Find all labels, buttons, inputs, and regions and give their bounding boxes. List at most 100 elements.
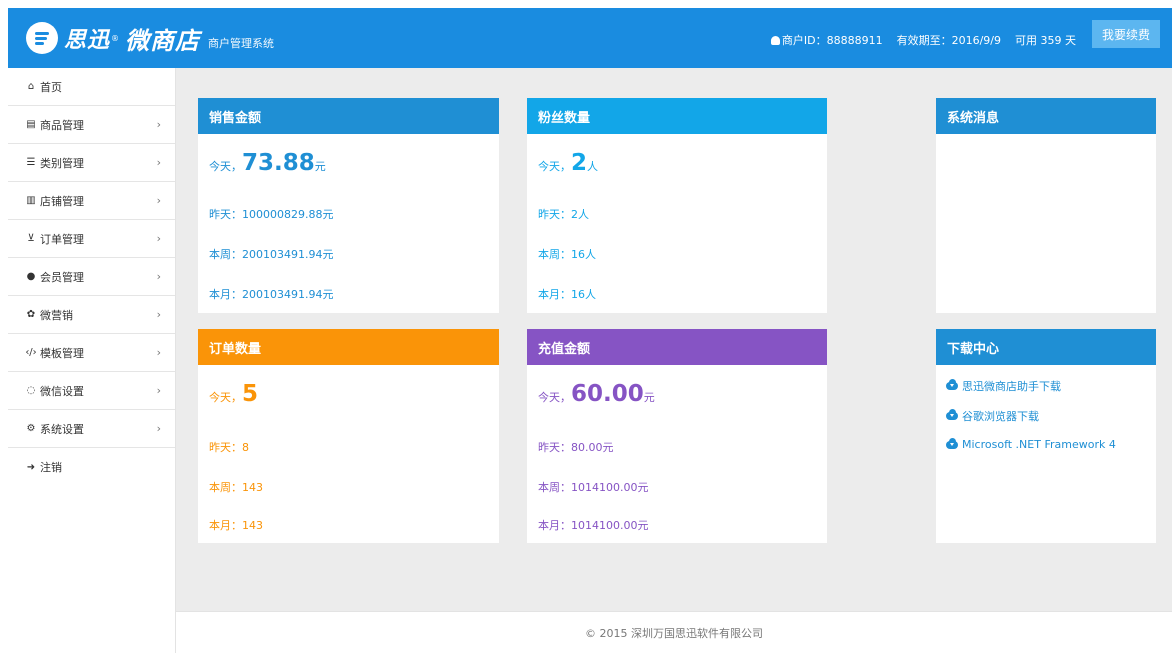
- renew-button[interactable]: 我要续费: [1092, 20, 1160, 48]
- home-icon: ⌂: [27, 81, 35, 92]
- sidebar-item-stores[interactable]: ▥ 店铺管理 ›: [8, 182, 175, 220]
- chevron-right-icon: ›: [156, 118, 161, 131]
- code-icon: ‹/›: [25, 347, 37, 358]
- chevron-right-icon: ›: [156, 194, 161, 207]
- sidebar-item-orders[interactable]: ⊻ 订单管理 ›: [8, 220, 175, 258]
- today-unit: 人: [587, 160, 599, 173]
- card-title: 销售金额: [198, 98, 499, 134]
- merchant-id: 商户ID：88888911: [770, 32, 883, 48]
- fans-count-card: 粉丝数量 今天，2人 昨天：2人 本周：16人 本月：16人: [527, 98, 827, 313]
- sidebar-item-label: 微营销: [40, 308, 73, 322]
- top-header: 思迅 ® 微商店 商户管理系统 商户ID：88888911 有效期至：2016/…: [8, 8, 1172, 68]
- product-icon: ▤: [26, 119, 36, 130]
- today-value: 73.88: [242, 150, 315, 176]
- cart-icon: ⊻: [27, 233, 35, 244]
- sidebar-item-products[interactable]: ▤ 商品管理 ›: [8, 106, 175, 144]
- today-value: 5: [242, 381, 259, 407]
- sidebar-item-categories[interactable]: ☰ 类别管理 ›: [8, 144, 175, 182]
- cloud-download-icon: [946, 409, 958, 420]
- download-link-label: 谷歌浏览器下载: [962, 410, 1039, 423]
- logout-icon: ➜: [26, 461, 36, 473]
- sidebar-item-label: 店铺管理: [40, 194, 84, 208]
- today-label: 今天，: [209, 160, 242, 173]
- cloud-download-icon: [946, 437, 958, 449]
- footer: © 2015 深圳万国思迅软件有限公司: [176, 611, 1172, 653]
- today-row: 今天，5: [209, 381, 258, 407]
- card-title: 粉丝数量: [527, 98, 827, 134]
- sidebar-item-system-settings[interactable]: ⚙ 系统设置 ›: [8, 410, 175, 448]
- cloud-download-icon: [946, 379, 958, 390]
- today-row: 今天，60.00元: [538, 381, 655, 407]
- today-unit: 元: [314, 160, 326, 173]
- sidebar-item-label: 注销: [40, 461, 62, 474]
- month-row: 本月：1014100.00元: [538, 519, 649, 532]
- month-row: 本月：200103491.94元: [209, 288, 334, 301]
- days-remaining: 可用 359 天: [1015, 34, 1076, 47]
- expiry-date: 有效期至：2016/9/9: [896, 34, 1001, 47]
- copyright-text: © 2015 深圳万国思迅软件有限公司: [585, 626, 763, 640]
- download-link-dotnet[interactable]: Microsoft .NET Framework 4: [946, 437, 1116, 451]
- brand-main: 思迅: [64, 28, 111, 53]
- yesterday-row: 昨天：80.00元: [538, 441, 614, 454]
- card-title: 下载中心: [936, 329, 1156, 365]
- sidebar-item-templates[interactable]: ‹/› 模板管理 ›: [8, 334, 175, 372]
- yesterday-row: 昨天：100000829.88元: [209, 208, 334, 221]
- sidebar-item-label: 微信设置: [40, 384, 84, 398]
- download-link-chrome[interactable]: 谷歌浏览器下载: [946, 408, 1039, 424]
- week-row: 本周：16人: [538, 248, 596, 261]
- chat-icon: ◌: [26, 385, 36, 396]
- yesterday-row: 昨天：2人: [538, 208, 589, 221]
- month-row: 本月：143: [209, 519, 263, 532]
- chevron-right-icon: ›: [156, 308, 161, 321]
- download-link-label: 思迅微商店助手下载: [962, 380, 1061, 393]
- today-row: 今天，2人: [538, 150, 598, 176]
- sidebar-item-members[interactable]: ● 会员管理 ›: [8, 258, 175, 296]
- sidebar-item-logout[interactable]: ➜ 注销: [8, 448, 175, 486]
- sidebar-item-label: 商品管理: [40, 118, 84, 132]
- chevron-right-icon: ›: [156, 270, 161, 283]
- sidebar-item-label: 首页: [40, 80, 62, 94]
- sidebar-item-label: 类别管理: [40, 156, 84, 170]
- today-label: 今天，: [538, 391, 571, 404]
- card-title: 充值金额: [527, 329, 827, 365]
- order-count-card: 订单数量 今天，5 昨天：8 本周：143 本月：143: [198, 329, 499, 543]
- sidebar-item-label: 会员管理: [40, 270, 84, 284]
- bank-icon: ▥: [26, 195, 36, 206]
- download-center-card: 下载中心 思迅微商店助手下载 谷歌浏览器下载 Microsoft .NET Fr…: [936, 329, 1156, 543]
- week-row: 本周：200103491.94元: [209, 248, 334, 261]
- chat-bubble-logo-icon: [26, 22, 58, 54]
- gift-icon: ✿: [26, 309, 36, 320]
- list-icon: ☰: [26, 157, 36, 168]
- week-row: 本周：143: [209, 481, 263, 494]
- card-title: 系统消息: [936, 98, 1156, 134]
- card-title: 订单数量: [198, 329, 499, 365]
- today-label: 今天，: [209, 391, 242, 404]
- sidebar-item-marketing[interactable]: ✿ 微营销 ›: [8, 296, 175, 334]
- today-row: 今天，73.88元: [209, 150, 326, 176]
- yesterday-row: 昨天：8: [209, 441, 249, 454]
- today-unit: 元: [643, 391, 655, 404]
- sidebar-item-label: 模板管理: [40, 346, 84, 360]
- dashboard-main: 销售金额 今天，73.88元 昨天：100000829.88元 本周：20010…: [176, 68, 1172, 611]
- system-messages-card: 系统消息: [936, 98, 1156, 313]
- cogs-icon: ⚙: [26, 423, 36, 434]
- sidebar-item-home[interactable]: ⌂ 首页: [8, 68, 175, 106]
- sidebar-item-label: 订单管理: [40, 232, 84, 246]
- sidebar-item-wechat-settings[interactable]: ◌ 微信设置 ›: [8, 372, 175, 410]
- brand-logo[interactable]: 思迅 ® 微商店 商户管理系统: [26, 21, 274, 55]
- today-value: 2: [571, 150, 588, 176]
- chevron-right-icon: ›: [156, 346, 161, 359]
- brand-name: 微商店: [125, 26, 201, 55]
- sidebar-nav: ⌂ 首页 ▤ 商品管理 › ☰ 类别管理 › ▥ 店铺管理 › ⊻ 订单管理 ›…: [8, 68, 176, 653]
- today-label: 今天，: [538, 160, 571, 173]
- chevron-right-icon: ›: [156, 384, 161, 397]
- sidebar-item-label: 系统设置: [40, 422, 84, 436]
- account-info: 商户ID：88888911 有效期至：2016/9/9 可用 359 天: [770, 32, 1076, 48]
- week-row: 本周：1014100.00元: [538, 481, 649, 494]
- chevron-right-icon: ›: [156, 422, 161, 435]
- month-row: 本月：16人: [538, 288, 596, 301]
- today-value: 60.00: [571, 381, 644, 407]
- brand-registered-mark: ®: [111, 33, 120, 43]
- download-link-assistant[interactable]: 思迅微商店助手下载: [946, 378, 1061, 394]
- download-link-label: Microsoft .NET Framework 4: [962, 438, 1116, 451]
